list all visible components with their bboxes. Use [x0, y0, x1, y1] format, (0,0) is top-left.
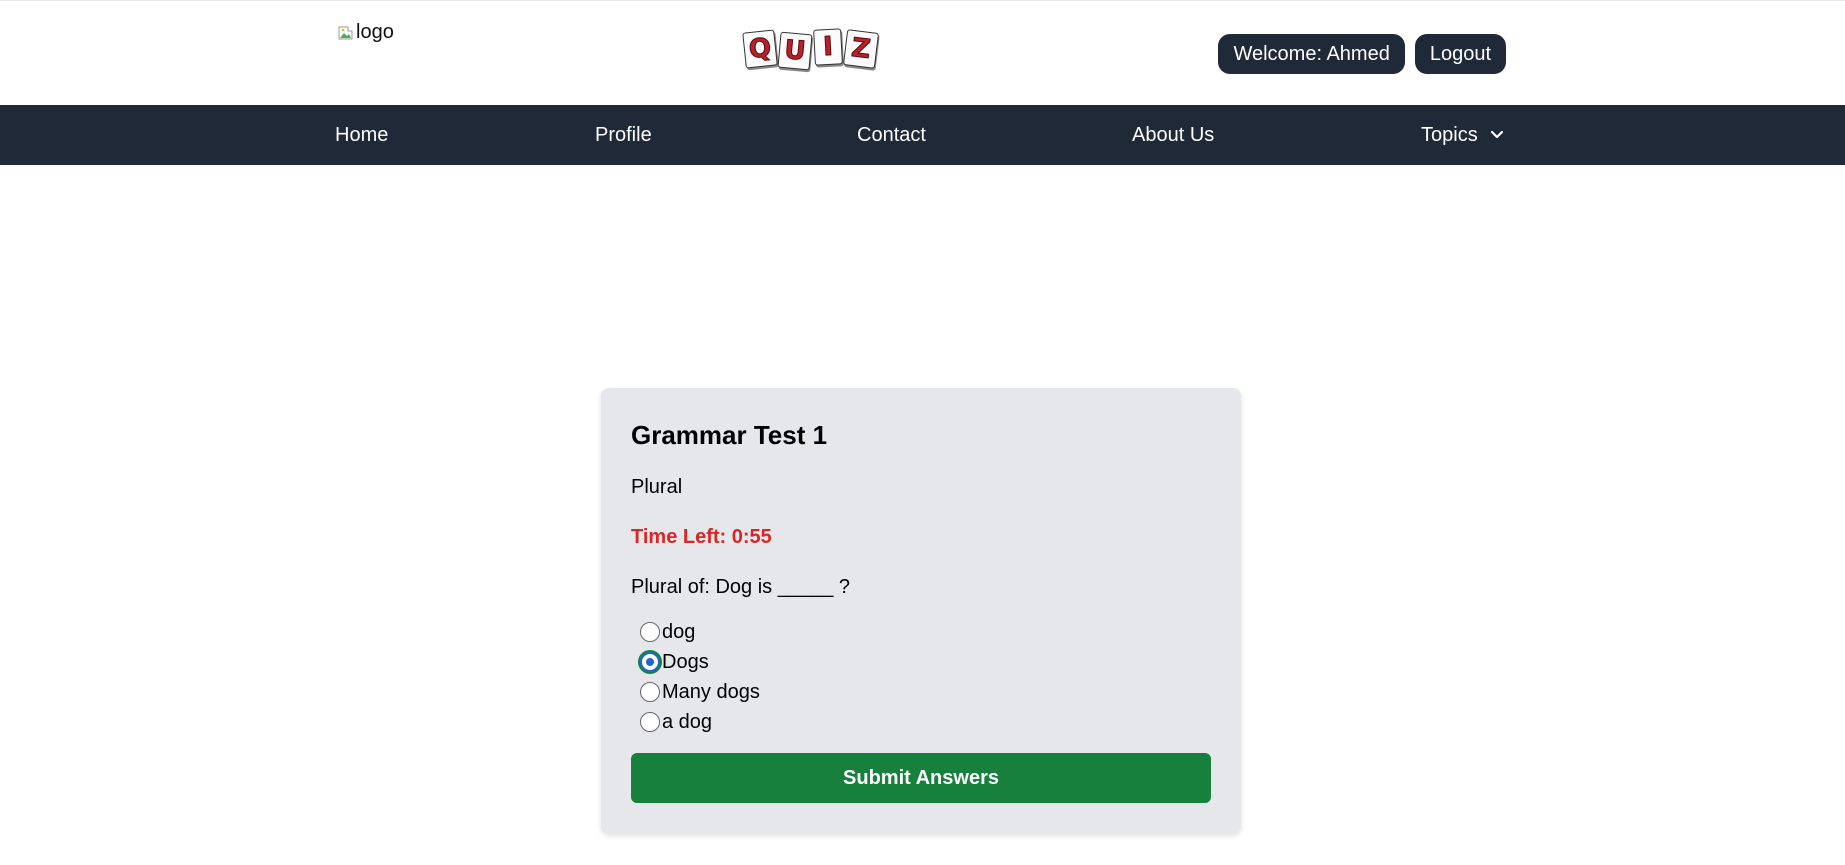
main-navbar: Home Profile Contact About Us Topics — [0, 105, 1845, 165]
time-left: Time Left: 0:55 — [631, 526, 772, 548]
answer-options: dog Dogs Many dogs a dog — [640, 617, 760, 737]
nav-item-contact[interactable]: Contact — [857, 105, 926, 165]
broken-image-icon — [338, 25, 354, 41]
brand-tile: Z — [842, 29, 880, 69]
logout-button[interactable]: Logout — [1414, 34, 1506, 74]
answer-label: dog — [662, 620, 696, 643]
brand-tile: Q — [742, 29, 778, 69]
nav-item-profile[interactable]: Profile — [595, 105, 652, 165]
answer-option[interactable]: dog — [640, 617, 760, 647]
brand-tile: I — [813, 28, 843, 66]
nav-item-home[interactable]: Home — [335, 105, 388, 165]
question-text: Plural of: Dog is _____ ? — [631, 576, 851, 598]
answer-label: Many dogs — [662, 680, 760, 703]
quiz-topic: Plural — [631, 476, 683, 498]
submit-answers-button[interactable]: Submit Answers — [631, 753, 1211, 803]
radio-button-selected[interactable] — [640, 652, 660, 672]
logo[interactable]: logo — [338, 21, 394, 44]
user-actions: Welcome: Ahmed Logout — [1218, 34, 1506, 74]
brand-tile: U — [777, 31, 813, 71]
logo-alt-text: logo — [356, 21, 394, 43]
answer-option[interactable]: a dog — [640, 707, 760, 737]
radio-button[interactable] — [640, 712, 660, 732]
radio-button[interactable] — [640, 622, 660, 642]
nav-item-topics-label: Topics — [1421, 123, 1478, 146]
top-header: logo Q U I Z Welcome: Ahmed Logout — [0, 0, 1845, 105]
answer-label: a dog — [662, 710, 713, 733]
answer-option[interactable]: Dogs — [640, 647, 760, 677]
quiz-title: Grammar Test 1 — [631, 420, 828, 450]
quiz-card: Grammar Test 1 Plural Time Left: 0:55 Pl… — [601, 388, 1241, 834]
nav-item-topics[interactable]: Topics — [1421, 105, 1504, 165]
quiz-brand-logo[interactable]: Q U I Z — [742, 28, 880, 71]
chevron-down-icon — [1490, 130, 1504, 140]
answer-option[interactable]: Many dogs — [640, 677, 760, 707]
radio-button[interactable] — [640, 682, 660, 702]
welcome-button[interactable]: Welcome: Ahmed — [1218, 34, 1405, 74]
nav-item-about-us[interactable]: About Us — [1132, 105, 1214, 165]
answer-label: Dogs — [662, 650, 709, 673]
